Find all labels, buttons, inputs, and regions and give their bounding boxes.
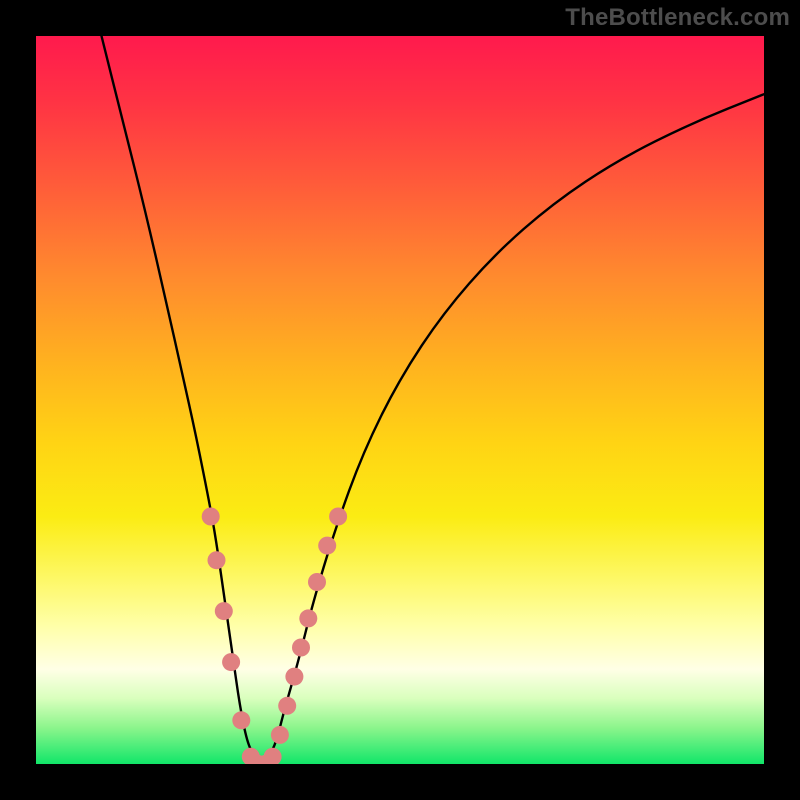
curve-marker [308,573,326,591]
bottleneck-curve [102,36,765,762]
curve-layer [36,36,764,764]
curve-marker [215,602,233,620]
curve-marker [232,711,250,729]
curve-marker [299,609,317,627]
chart-frame: TheBottleneck.com [0,0,800,800]
curve-marker [222,653,240,671]
curve-marker [264,748,282,764]
curve-marker [292,639,310,657]
curve-markers [202,508,347,765]
curve-marker [271,726,289,744]
curve-marker [278,697,296,715]
curve-marker [202,508,220,526]
watermark-text: TheBottleneck.com [565,4,790,32]
curve-marker [285,668,303,686]
curve-marker [208,551,226,569]
curve-marker [329,508,347,526]
curve-marker [318,537,336,555]
plot-area [36,36,764,764]
